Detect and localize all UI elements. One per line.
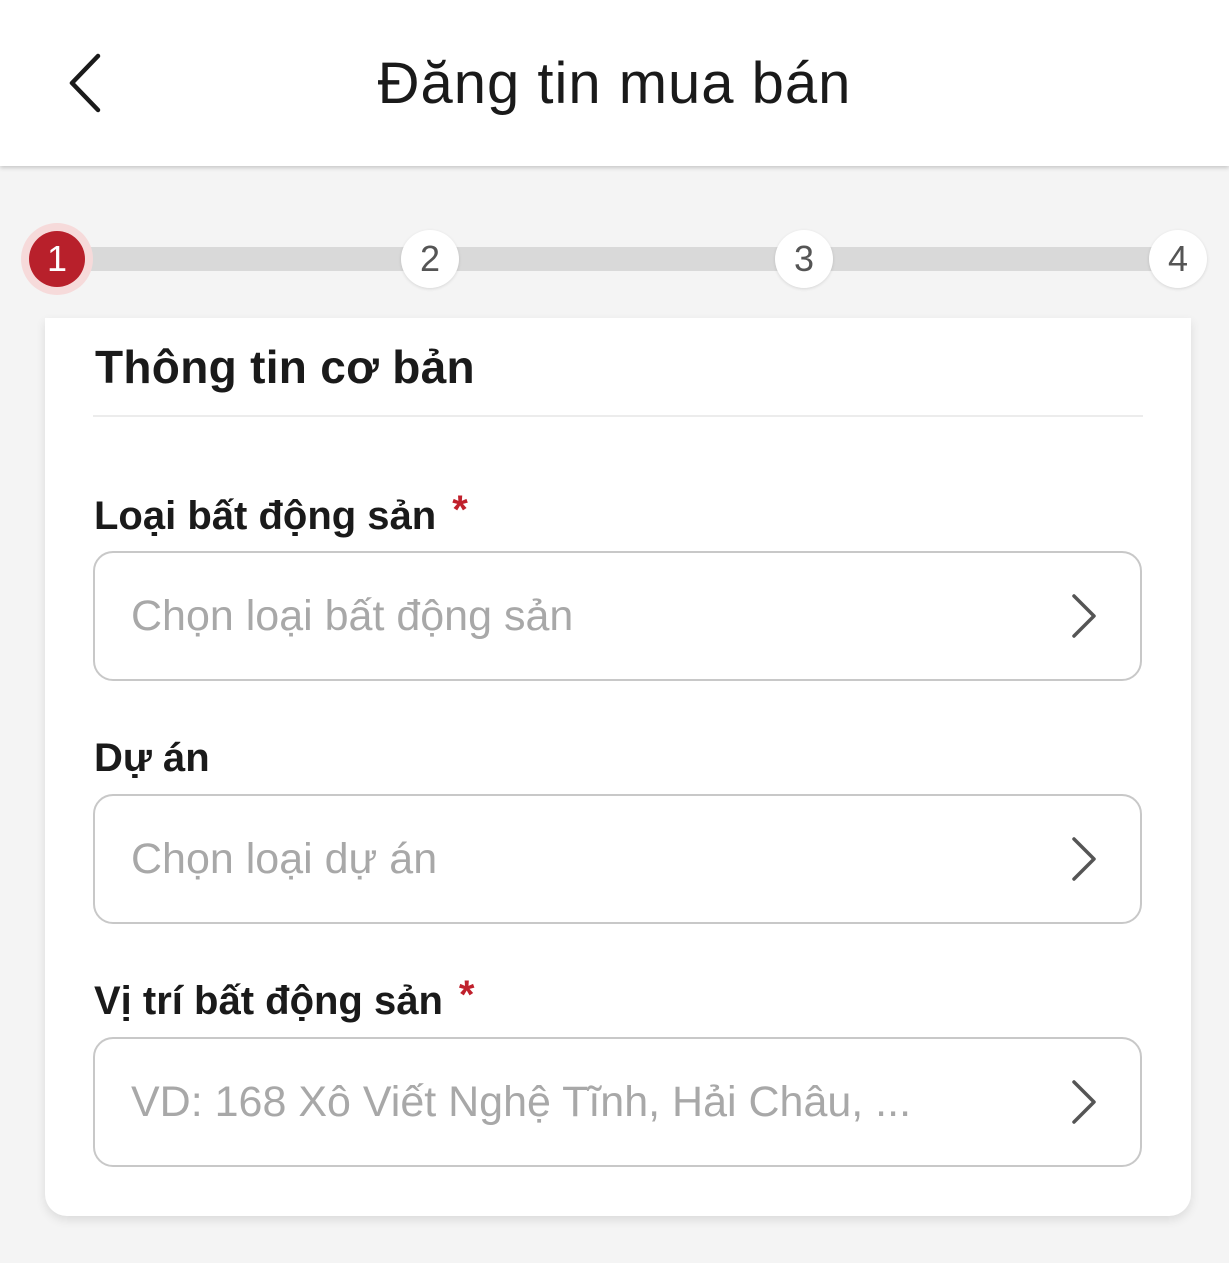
required-mark: * — [458, 973, 475, 1017]
page-title: Đăng tin mua bán — [377, 50, 852, 116]
stepper-track — [60, 247, 1180, 271]
step-1[interactable]: 1 — [29, 231, 85, 287]
chevron-right-icon — [1064, 586, 1104, 646]
project-select[interactable]: Chọn loại dự án — [93, 794, 1142, 924]
property-type-label-text: Loại bất động sản — [94, 494, 437, 538]
project-label-text: Dự án — [94, 736, 210, 780]
project-placeholder: Chọn loại dự án — [131, 834, 438, 883]
step-2[interactable]: 2 — [401, 230, 459, 288]
basic-info-card: Thông tin cơ bản Loại bất động sản * Chọ… — [45, 318, 1191, 1216]
property-location-label-text: Vị trí bất động sản — [94, 979, 443, 1023]
property-location-label: Vị trí bất động sản * — [94, 973, 474, 1024]
property-location-select[interactable]: VD: 168 Xô Viết Nghệ Tĩnh, Hải Châu, ... — [93, 1037, 1142, 1167]
project-label: Dự án — [94, 736, 210, 781]
chevron-right-icon — [1064, 829, 1104, 889]
step-4[interactable]: 4 — [1149, 230, 1207, 288]
progress-stepper: 1 2 3 4 — [0, 220, 1229, 300]
property-type-placeholder: Chọn loại bất động sản — [131, 591, 574, 640]
section-divider — [93, 415, 1143, 417]
required-mark: * — [452, 488, 468, 532]
section-title: Thông tin cơ bản — [95, 341, 475, 393]
property-type-label: Loại bất động sản * — [94, 488, 468, 539]
app-header: Đăng tin mua bán — [0, 0, 1229, 166]
property-location-placeholder: VD: 168 Xô Viết Nghệ Tĩnh, Hải Châu, ... — [131, 1077, 912, 1126]
chevron-right-icon — [1064, 1072, 1104, 1132]
step-3[interactable]: 3 — [775, 230, 833, 288]
property-type-select[interactable]: Chọn loại bất động sản — [93, 551, 1142, 681]
